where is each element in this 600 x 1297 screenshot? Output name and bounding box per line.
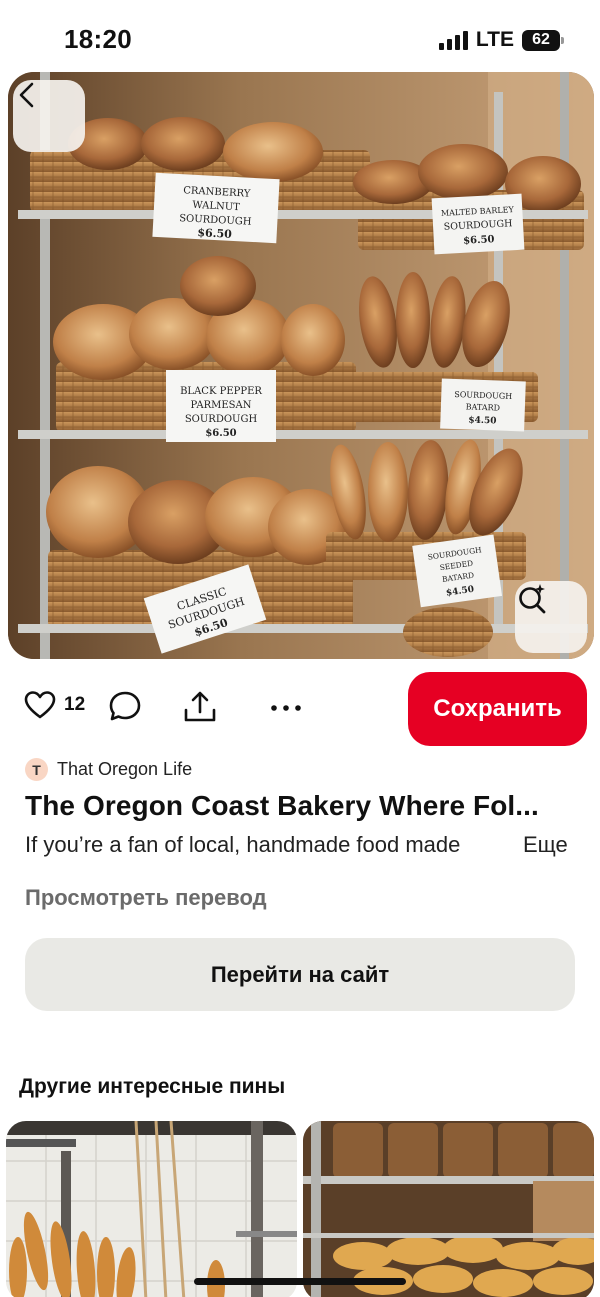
like-button[interactable]: 12 (24, 690, 85, 720)
author-row[interactable]: T That Oregon Life (25, 758, 192, 781)
pin-actions: 12 Сохранить (0, 672, 600, 746)
share-icon (184, 691, 216, 722)
price-card-batard: SOURDOUGH BATARD $4.50 (440, 378, 526, 432)
save-button[interactable]: Сохранить (408, 672, 587, 746)
status-bar: 18:20 LTE 62 (0, 0, 600, 72)
price-card-black-pepper: BLACK PEPPER PARMESAN SOURDOUGH $6.50 (166, 370, 276, 442)
related-pin-2[interactable] (303, 1121, 594, 1297)
lens-search-icon (519, 584, 546, 614)
visit-site-button[interactable]: Перейти на сайт (25, 938, 575, 1011)
author-avatar[interactable]: T (25, 758, 48, 781)
bakery-shelf-photo: CRANBERRY WALNUT SOURDOUGH $6.50 MALTED … (8, 72, 594, 659)
share-button[interactable] (182, 690, 218, 724)
svg-text:SOURDOUGH: SOURDOUGH (185, 414, 258, 425)
battery-icon: 62 (522, 29, 564, 51)
back-button[interactable] (13, 80, 85, 152)
svg-text:$6.50: $6.50 (205, 428, 236, 439)
network-type: LTE (475, 28, 514, 51)
comment-icon (109, 691, 141, 721)
price-card-cranberry: CRANBERRY WALNUT SOURDOUGH $6.50 (152, 172, 280, 244)
svg-text:$6.50: $6.50 (463, 234, 495, 247)
price-card-malted: MALTED BARLEY SOURDOUGH $6.50 (431, 193, 525, 255)
chevron-left-icon (19, 82, 34, 108)
ellipsis-icon (271, 705, 301, 711)
svg-text:PARMESAN: PARMESAN (191, 400, 252, 411)
pin-image[interactable]: CRANBERRY WALNUT SOURDOUGH $6.50 MALTED … (8, 72, 594, 659)
status-indicators: LTE 62 (438, 28, 564, 52)
description-text: If you’re a fan of local, handmade food … (25, 832, 461, 857)
related-pin-image (6, 1121, 297, 1297)
home-indicator[interactable] (194, 1278, 406, 1285)
heart-icon (24, 691, 56, 719)
svg-text:$4.50: $4.50 (468, 416, 497, 427)
status-time: 18:20 (64, 24, 132, 54)
signal-icon (438, 30, 468, 50)
like-count: 12 (64, 694, 86, 715)
comment-button[interactable] (108, 690, 142, 722)
pin-title: The Oregon Coast Bakery Where Fol... (25, 790, 539, 821)
related-pin-image (303, 1121, 594, 1297)
pin-description: If you’re a fan of local, handmade food … (25, 830, 580, 860)
price-card-seeded: SOURDOUGH SEEDED BATARD $4.50 (412, 534, 503, 608)
visual-search-button[interactable] (515, 581, 587, 653)
related-pin-1[interactable] (6, 1121, 297, 1297)
more-pins-heading: Другие интересные пины (19, 1075, 286, 1098)
view-translation-link[interactable]: Просмотреть перевод (25, 885, 267, 911)
svg-text:BLACK PEPPER: BLACK PEPPER (180, 386, 262, 397)
more-options-button[interactable] (270, 690, 302, 722)
author-name[interactable]: That Oregon Life (57, 759, 192, 780)
svg-text:BATARD: BATARD (466, 402, 501, 412)
read-more-link[interactable]: Еще (523, 832, 568, 858)
svg-text:$6.50: $6.50 (197, 226, 232, 241)
